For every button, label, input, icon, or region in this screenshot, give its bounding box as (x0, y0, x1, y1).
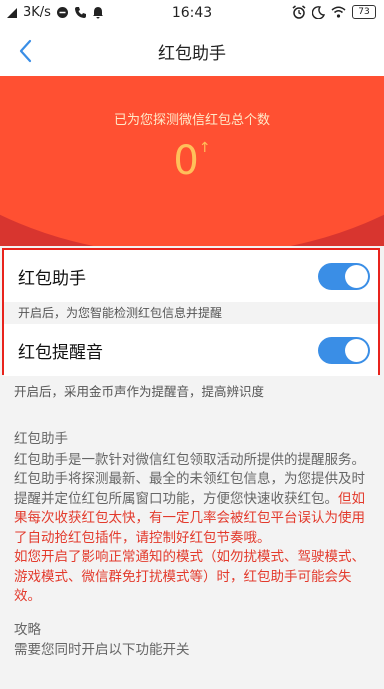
status-right: 73 (292, 5, 376, 19)
detected-count: 0↑ (0, 138, 384, 184)
toggle-knob (345, 339, 368, 362)
description-warning-modes: 如您开启了影响正常通知的模式（如勿扰模式、驾驶模式、游戏模式、微信群免打扰模式等… (14, 549, 365, 604)
battery-indicator: 73 (352, 5, 376, 19)
setting-row-red-packet-assistant: 红包助手 (4, 250, 378, 302)
page-title: 红包助手 (158, 44, 226, 64)
reminder-sound-toggle[interactable] (318, 337, 370, 364)
moon-icon (312, 5, 325, 19)
wifi-icon (331, 6, 346, 18)
strategy-text: 需要您同时开启以下功能开关 (14, 642, 190, 658)
description-section: 红包助手 红包助手是一款针对微信红包领取活动所提供的提醒服务。红包助手将探测最新… (14, 430, 370, 607)
setting-row-reminder-sound: 红包提醒音 (4, 324, 378, 376)
setting-label-red-packet-assistant: 红包助手 (18, 269, 86, 289)
alarm-icon (292, 5, 306, 19)
red-packet-counter-panel: 已为您探测微信红包总个数 0↑ (0, 76, 384, 246)
header: 红包助手 (0, 26, 384, 76)
red-packet-assistant-toggle[interactable] (318, 263, 370, 290)
setting-hint-red-packet-assistant: 开启后，为您智能检测红包信息并提醒 (4, 302, 378, 324)
trend-arrow-icon: ↑ (198, 140, 211, 156)
settings-highlight-box: 红包助手 开启后，为您智能检测红包信息并提醒 红包提醒音 (2, 248, 380, 376)
detected-count-value: 0 (173, 138, 199, 184)
status-bar: 3K/s 16:43 73 (0, 0, 384, 26)
detected-count-caption: 已为您探测微信红包总个数 (113, 113, 270, 128)
description-paragraph: 红包助手是一款针对微信红包领取活动所提供的提醒服务。红包助手将探测最新、最全的未… (14, 451, 370, 549)
setting-label-reminder-sound: 红包提醒音 (18, 343, 103, 363)
toggle-knob (345, 265, 368, 288)
strategy-section: 攻略 需要您同时开启以下功能开关 (14, 620, 370, 660)
description-title: 红包助手 (14, 431, 68, 447)
setting-hint-reminder-sound: 开启后，采用金币声作为提醒音，提高辨识度 (14, 384, 265, 399)
back-icon[interactable] (16, 38, 38, 64)
description-body: 红包助手是一款针对微信红包领取活动所提供的提醒服务。红包助手将探测最新、最全的未… (14, 451, 365, 507)
strategy-title: 攻略 (14, 622, 41, 638)
